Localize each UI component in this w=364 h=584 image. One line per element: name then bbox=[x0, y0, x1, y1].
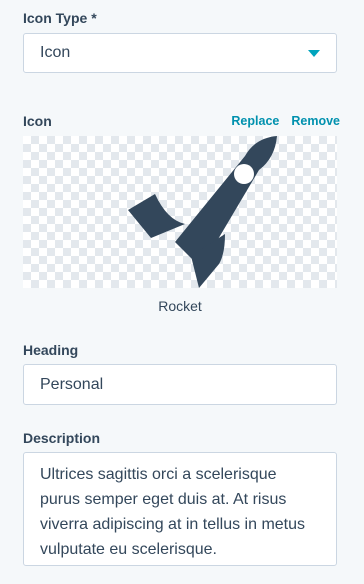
rocket-icon bbox=[128, 136, 277, 288]
icon-type-value: Icon bbox=[40, 44, 71, 61]
remove-link[interactable]: Remove bbox=[291, 113, 340, 129]
heading-label: Heading bbox=[23, 342, 79, 358]
icon-preview bbox=[23, 136, 337, 288]
heading-input[interactable]: Personal bbox=[23, 364, 337, 405]
description-value: Ultrices sagittis orci a scelerisque pur… bbox=[40, 466, 306, 558]
replace-link[interactable]: Replace bbox=[231, 113, 279, 129]
description-textarea[interactable]: Ultrices sagittis orci a scelerisque pur… bbox=[23, 452, 337, 566]
icon-type-select[interactable]: Icon bbox=[23, 33, 337, 73]
description-label: Description bbox=[23, 430, 101, 446]
heading-value: Personal bbox=[40, 375, 104, 393]
icon-actions: Replace Remove bbox=[231, 113, 340, 129]
caret-down-icon bbox=[308, 49, 320, 57]
icon-name: Rocket bbox=[158, 298, 202, 314]
icon-label: Icon bbox=[23, 113, 52, 129]
icon-type-label: Icon Type * bbox=[23, 10, 97, 26]
